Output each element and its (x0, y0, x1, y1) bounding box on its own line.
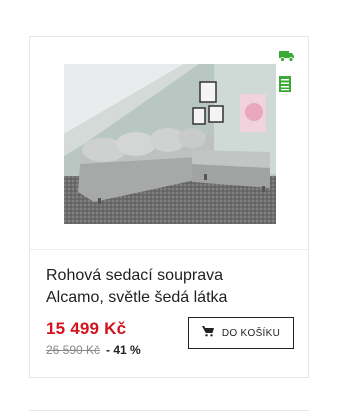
product-name-line2[interactable]: Alcamo, světle šedá látka (46, 287, 296, 309)
product-image-area[interactable] (30, 37, 308, 250)
stock-list-icon (279, 76, 295, 92)
price-old-row: 26 590 Kč - 41 % (46, 343, 141, 357)
add-to-cart-button[interactable]: DO KOŠÍKU (188, 317, 294, 349)
discount-badge: - 41 % (106, 343, 141, 357)
price-current: 15 499 Kč (46, 319, 127, 338)
product-card[interactable]: Rohová sedací souprava Alcamo, světle še… (29, 36, 309, 378)
price-old: 26 590 Kč (46, 343, 101, 357)
product-name[interactable]: Rohová sedací souprava Alcamo, světle še… (46, 265, 296, 309)
product-name-line1[interactable]: Rohová sedací souprava (46, 265, 296, 287)
product-image[interactable] (64, 64, 276, 224)
next-card-border (29, 410, 309, 411)
add-to-cart-label: DO KOŠÍKU (221, 327, 281, 339)
cart-icon (201, 326, 214, 340)
delivery-truck-icon (279, 50, 295, 62)
